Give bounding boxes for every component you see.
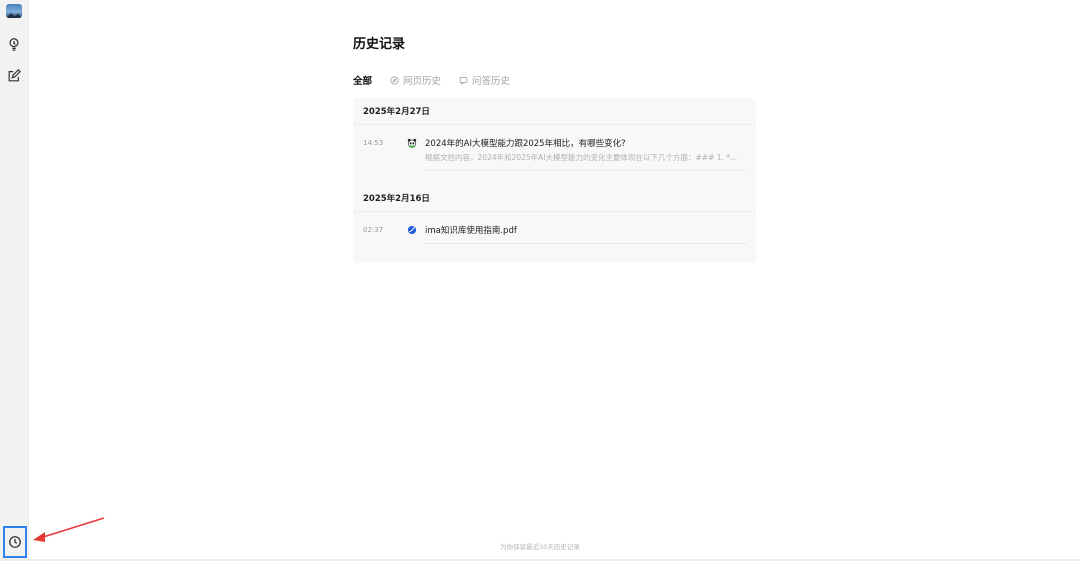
date-group-header: 2025年2月27日 — [353, 98, 756, 125]
item-time: 02:37 — [363, 226, 384, 234]
chat-icon — [459, 76, 468, 85]
date-group-header: 2025年2月16日 — [353, 185, 756, 212]
tab-all[interactable]: 全部 — [353, 73, 372, 87]
sidebar-item-notes[interactable] — [6, 68, 22, 84]
row-divider — [425, 170, 747, 171]
sidebar-item-ideas[interactable] — [6, 36, 22, 52]
row-divider — [425, 243, 747, 244]
history-tabs: 全部 网页历史 问答历史 — [353, 73, 510, 87]
ima-logo-icon — [407, 225, 417, 235]
page-title: 历史记录 — [353, 37, 406, 52]
item-title: 2024年的AI大模型能力跟2025年相比，有哪些变化? — [425, 139, 626, 149]
edit-icon — [8, 69, 21, 82]
item-time: 14:53 — [363, 139, 384, 147]
panda-icon — [407, 138, 417, 148]
history-panel: 2025年2月27日 14:53 2024年的AI大模型能力跟2025年相比，有… — [353, 98, 756, 263]
tab-label: 问答历史 — [472, 76, 511, 87]
history-item[interactable]: 14:53 2024年的AI大模型能力跟2025年相比，有哪些变化? 根据文档内… — [353, 134, 756, 174]
tab-web-history[interactable]: 网页历史 — [390, 73, 441, 87]
compass-icon — [390, 75, 399, 85]
user-avatar[interactable] — [6, 4, 22, 18]
tab-qa-history[interactable]: 问答历史 — [459, 73, 510, 87]
retention-note: 为你保留最近30天历史记录 — [500, 543, 580, 551]
item-title: ima知识库使用指南.pdf — [425, 226, 517, 236]
sidebar — [0, 0, 29, 561]
tab-label: 全部 — [353, 76, 373, 87]
item-snippet: 根据文档内容，2024年和2025年AI大模型能力的变化主要体现在以下几个方面：… — [425, 153, 738, 162]
tab-label: 网页历史 — [403, 76, 442, 87]
annotation-arrow — [33, 517, 105, 542]
history-item[interactable]: 02:37 ima知识库使用指南.pdf — [353, 222, 756, 246]
lightbulb-icon — [9, 38, 19, 51]
